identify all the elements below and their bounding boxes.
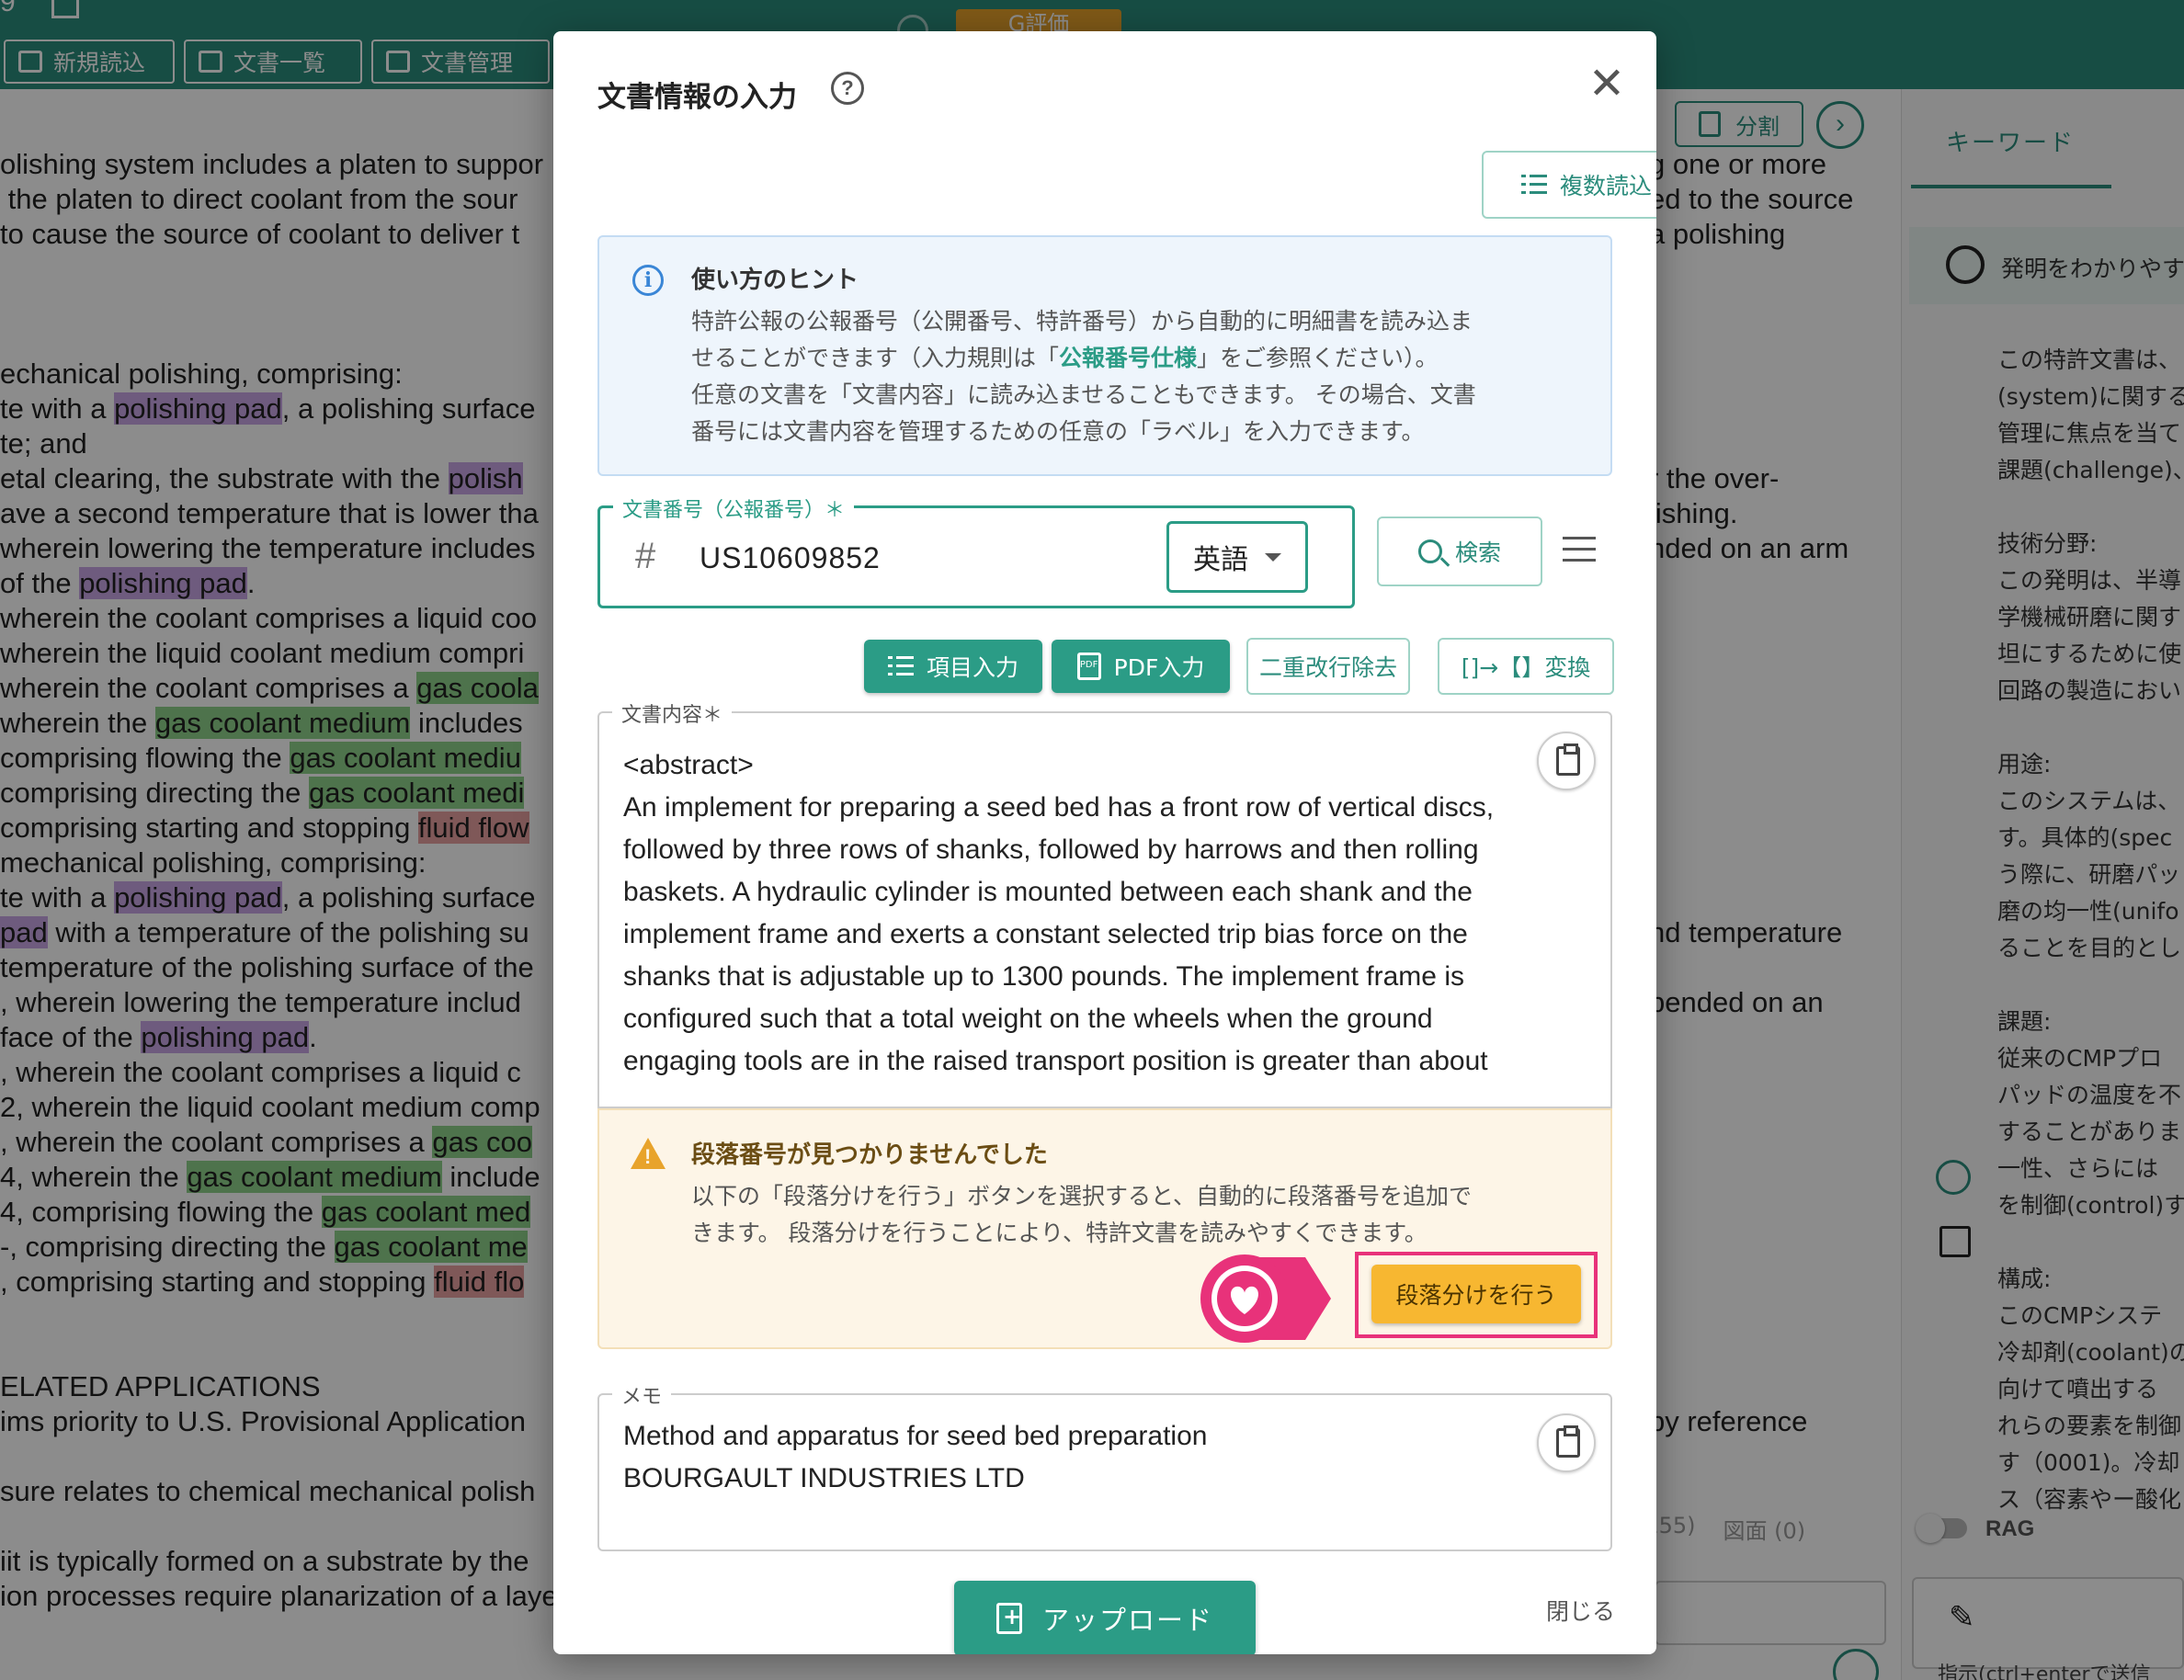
warning-body: 以下の「段落分けを行う」ボタンを選択すると、自動的に段落番号を追加で きます。 … xyxy=(691,1178,1592,1252)
search-button[interactable]: 検索 xyxy=(1377,516,1542,586)
doc-number-field[interactable]: 文書番号（公報番号）＊ # US10609852 英語 xyxy=(597,494,1355,608)
content-label: 文書内容＊ xyxy=(612,698,733,728)
memo-textarea[interactable]: メモ Method and apparatus for seed bed pre… xyxy=(597,1380,1612,1551)
content-line: engaging tools are in the raised transpo… xyxy=(623,1046,1488,1076)
paste-button[interactable] xyxy=(1537,732,1596,790)
hint-line: 任意の文書を「文書内容」に読み込ませることもできます。 その場合、文書 xyxy=(691,381,1476,408)
warning-line: 以下の「段落分けを行う」ボタンを選択すると、自動的に段落番号を追加で xyxy=(691,1183,1473,1209)
warning-line: きます。 段落分けを行うことにより、特許文書を読みやすくできます。 xyxy=(691,1220,1428,1246)
search-label: 検索 xyxy=(1454,539,1501,566)
doc-number-input[interactable]: US10609852 xyxy=(700,541,881,575)
dialog-title: 文書情報の入力 xyxy=(597,81,797,114)
hint-title: 使い方のヒント xyxy=(691,267,859,294)
document-info-dialog: 文書情報の入力 ? ✕ 複数読込 i 使い方のヒント 特許公報の公報番号（公開番… xyxy=(553,31,1656,1654)
doc-number-label: 文書番号（公報番号）＊ xyxy=(613,494,855,523)
multi-import-button[interactable]: 複数読込 xyxy=(1482,151,1656,219)
clipboard-icon xyxy=(1556,1425,1580,1458)
content-line: implement frame and exerts a constant se… xyxy=(623,919,1468,949)
heart-pointer-icon xyxy=(1200,1254,1331,1343)
memo-text[interactable]: Method and apparatus for seed bed prepar… xyxy=(623,1415,1207,1500)
remove-double-newline-label: 二重改行除去 xyxy=(1258,654,1397,681)
upload-label: アップロード xyxy=(1041,1605,1213,1636)
info-icon: i xyxy=(632,265,664,296)
multi-import-label: 複数読込 xyxy=(1559,173,1652,199)
hash-icon: # xyxy=(635,536,656,576)
hint-line: 特許公報の公報番号（公開番号、特許番号）から自動的に明細書を読み込ま xyxy=(691,308,1473,335)
hint-text: せることができます（入力規則は「 xyxy=(691,345,1060,371)
upload-file-icon xyxy=(995,1603,1023,1634)
content-line: shanks that is adjustable up to 1300 pou… xyxy=(623,961,1464,992)
warning-icon xyxy=(631,1138,665,1169)
content-line: <abstract> xyxy=(623,750,754,780)
convert-bracket-button[interactable]: []→【】変換 xyxy=(1438,638,1614,695)
pdf-input-label: PDF入力 xyxy=(1113,654,1205,681)
close-icon[interactable]: ✕ xyxy=(1585,62,1629,107)
convert-label: []→【】変換 xyxy=(1461,654,1591,681)
list-icon xyxy=(887,656,914,676)
memo-label: メモ xyxy=(612,1380,672,1410)
content-line: followed by three rows of shanks, follow… xyxy=(623,834,1479,865)
content-line: configured such that a total weight on t… xyxy=(623,1004,1433,1034)
help-icon[interactable]: ? xyxy=(831,72,864,105)
menu-icon[interactable] xyxy=(1563,537,1596,562)
caret-down-icon xyxy=(1265,552,1281,562)
hint-panel: i 使い方のヒント 特許公報の公報番号（公開番号、特許番号）から自動的に明細書を… xyxy=(597,235,1612,476)
close-button[interactable]: 閉じる xyxy=(1546,1594,1615,1627)
paragraph-split-button[interactable]: 段落分けを行う xyxy=(1371,1265,1581,1323)
pdf-input-button[interactable]: PDF PDF入力 xyxy=(1052,640,1230,693)
item-input-label: 項目入力 xyxy=(926,654,1018,681)
clipboard-icon xyxy=(1556,744,1580,776)
paste-memo-button[interactable] xyxy=(1537,1413,1596,1472)
content-line: An implement for preparing a seed bed ha… xyxy=(623,792,1495,823)
hint-text: 」をご参照ください）。 xyxy=(1197,345,1439,371)
item-input-button[interactable]: 項目入力 xyxy=(864,640,1042,693)
hint-line: 番号には文書内容を管理するための任意の「ラベル」を入力できます。 xyxy=(691,418,1425,445)
list-icon xyxy=(1520,175,1547,195)
hint-body: 特許公報の公報番号（公開番号、特許番号）から自動的に明細書を読み込ま せることが… xyxy=(691,303,1592,450)
warning-title: 段落番号が見つかりませんでした xyxy=(691,1141,1048,1169)
hint-line: せることができます（入力規則は「公報番号仕様」をご参照ください）。 xyxy=(691,340,1592,377)
content-textarea[interactable]: 文書内容＊ <abstract> An implement for prepari… xyxy=(597,698,1612,1108)
content-text[interactable]: <abstract> An implement for preparing a s… xyxy=(623,744,1570,1083)
search-icon xyxy=(1417,539,1442,563)
spec-link[interactable]: 公報番号仕様 xyxy=(1059,345,1197,371)
content-line: baskets. A hydraulic cylinder is mounted… xyxy=(623,877,1473,907)
upload-button[interactable]: アップロード xyxy=(954,1581,1256,1654)
language-value: 英語 xyxy=(1193,544,1248,576)
pdf-icon: PDF xyxy=(1076,653,1101,680)
remove-double-newline-button[interactable]: 二重改行除去 xyxy=(1246,638,1410,695)
language-select[interactable]: 英語 xyxy=(1166,521,1308,593)
